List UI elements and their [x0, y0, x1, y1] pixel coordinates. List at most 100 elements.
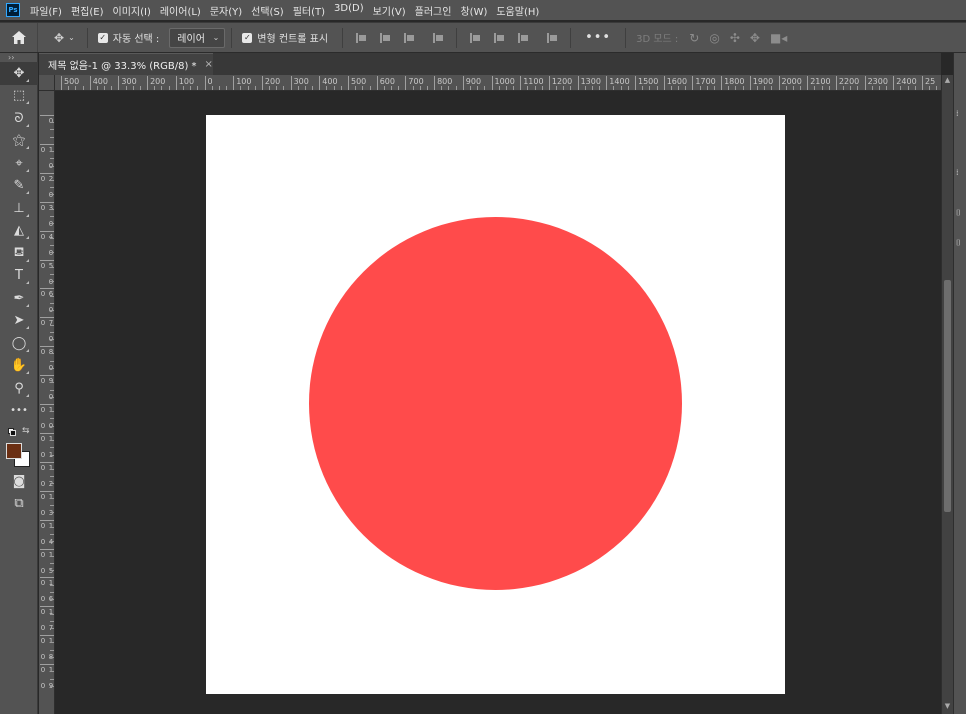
menu-item[interactable]: 도움말(H)	[496, 3, 539, 18]
foreground-color-swatch[interactable]	[6, 443, 22, 459]
menu-item[interactable]: 편집(E)	[71, 3, 104, 18]
menu-item[interactable]: 레이어(L)	[160, 3, 201, 18]
ruler-minor-tick	[391, 86, 393, 90]
transform-controls-label: 변형 컨트롤 표시	[257, 34, 329, 45]
close-icon[interactable]: ×	[205, 59, 213, 70]
menu-item[interactable]: 필터(T)	[293, 3, 325, 18]
ruler-minor-tick	[50, 454, 54, 456]
screen-mode-icon[interactable]: ⧉	[0, 493, 38, 516]
divider	[342, 27, 344, 48]
chevron-down-icon[interactable]: ⌄	[68, 33, 75, 42]
more-tools-icon[interactable]: •••	[0, 400, 38, 423]
move-tool-icon[interactable]: ✥	[0, 62, 38, 85]
marquee-tool-icon[interactable]: ⬚	[0, 85, 38, 108]
3d-orbit-icon[interactable]: ↻	[689, 31, 699, 45]
panel-button[interactable]: ⌷	[956, 208, 966, 220]
ruler-minor-tick	[50, 497, 54, 499]
vertical-scrollbar[interactable]: ▲ ▼	[941, 75, 953, 714]
path-select-icon[interactable]: ➤	[0, 310, 38, 333]
transform-controls-checkbox[interactable]: ✓	[242, 32, 253, 43]
ruler-minor-tick	[735, 86, 737, 90]
magic-wand-icon[interactable]: ⚝	[0, 130, 38, 153]
align-right-icon[interactable]	[404, 32, 415, 44]
ruler-minor-tick	[283, 86, 285, 90]
align-left-icon[interactable]	[356, 32, 367, 44]
scrollbar-thumb[interactable]	[944, 280, 951, 512]
ruler-minor-tick	[484, 86, 486, 90]
menu-item[interactable]: 이미지(I)	[113, 3, 151, 18]
scroll-up-icon[interactable]: ▲	[942, 76, 953, 86]
ruler-minor-tick	[50, 505, 54, 507]
move-tool-icon[interactable]: ✥	[54, 31, 64, 45]
ruler-minor-tick	[900, 86, 902, 90]
hand-tool-icon[interactable]: ✋	[0, 355, 38, 378]
auto-select-dropdown[interactable]: 레이어 ⌄	[169, 27, 226, 48]
3d-scale-icon[interactable]: ■◂	[770, 31, 787, 45]
ruler-minor-tick	[312, 86, 314, 90]
paint-bucket-icon[interactable]: ⛾	[0, 242, 38, 265]
ruler-tick-label: 2100	[807, 76, 831, 90]
divider	[570, 27, 572, 48]
eraser-icon[interactable]: ◭	[0, 220, 38, 243]
vertical-ruler[interactable]: 01 0 02 0 03 0 04 0 05 0 06 0 07 0 08 0 …	[39, 91, 55, 714]
divider	[86, 27, 88, 48]
canvas-workspace[interactable]	[55, 91, 941, 714]
zoom-tool-icon[interactable]: ⚲	[0, 377, 38, 400]
document-canvas[interactable]	[206, 115, 785, 694]
ruler-minor-tick	[50, 649, 54, 651]
menu-item[interactable]: 창(W)	[460, 3, 487, 18]
3d-roll-icon[interactable]: ◎	[709, 31, 719, 45]
more-options-button[interactable]: •••	[585, 30, 611, 45]
3d-pan-icon[interactable]: ✣	[730, 31, 740, 45]
3d-slide-icon[interactable]: ✥	[750, 31, 760, 45]
align-bottom-icon[interactable]	[518, 32, 529, 44]
menu-items: 파일(F) 편집(E) 이미지(I) 레이어(L) 문자(Y) 선택(S) 필터(T) 3D(…	[30, 3, 548, 18]
type-tool-icon[interactable]: T	[0, 265, 38, 288]
pen-tool-icon[interactable]: ✒	[0, 287, 38, 310]
ruler-minor-tick	[50, 252, 54, 254]
distribute-horizontal-icon[interactable]	[547, 32, 558, 44]
panel-button[interactable]: ⌷	[956, 238, 966, 250]
ruler-minor-tick	[50, 158, 54, 160]
ruler-minor-tick	[50, 180, 54, 182]
panel-grip-icon[interactable]: ⁞	[956, 109, 966, 121]
ruler-minor-tick	[699, 86, 701, 90]
ruler-tick-label: 100	[233, 76, 251, 90]
ruler-minor-tick	[50, 310, 54, 312]
auto-select-checkbox[interactable]: ✓	[97, 32, 108, 43]
lasso-tool-icon[interactable]: ᘐ	[0, 107, 38, 130]
eyedropper-icon[interactable]: ⌖	[0, 152, 38, 175]
red-circle-shape[interactable]	[309, 217, 682, 590]
ruler-minor-tick	[771, 86, 773, 90]
home-button[interactable]	[0, 23, 38, 52]
menu-item[interactable]: 문자(Y)	[210, 3, 242, 18]
align-center-horizontal-icon[interactable]	[380, 32, 391, 44]
ruler-origin[interactable]	[39, 75, 55, 91]
panel-grip-icon[interactable]: ⁞	[956, 168, 966, 180]
document-tab[interactable]: 제목 없음-1 @ 33.3% (RGB/8) * ×	[39, 53, 213, 75]
stamp-icon[interactable]: ⊥	[0, 197, 38, 220]
quick-mask-icon[interactable]: ◙	[0, 470, 38, 493]
scroll-down-icon[interactable]: ▼	[942, 702, 953, 712]
ruler-minor-tick	[800, 86, 802, 90]
ellipse-tool-icon[interactable]: ◯	[0, 332, 38, 355]
menu-item[interactable]: 파일(F)	[30, 3, 62, 18]
menu-item[interactable]: 3D(D)	[334, 3, 364, 18]
distribute-vertical-icon[interactable]	[433, 32, 444, 44]
ruler-minor-tick	[792, 86, 794, 90]
ruler-minor-tick	[50, 331, 54, 333]
brush-icon[interactable]: ✎	[0, 175, 38, 198]
photoshop-logo-icon[interactable]: Ps	[6, 3, 20, 17]
panel-collapse-icon[interactable]: ››	[0, 53, 37, 62]
align-middle-vertical-icon[interactable]	[494, 32, 505, 44]
align-top-icon[interactable]	[470, 32, 481, 44]
menu-item[interactable]: 선택(S)	[251, 3, 284, 18]
horizontal-ruler[interactable]: 500 400 300 200 100 0 100 200 300 400 500 600 700 800…	[55, 75, 941, 91]
ruler-tick-label: 2400	[893, 76, 917, 90]
menu-item[interactable]: 플러그인	[415, 3, 452, 18]
ruler-minor-tick	[513, 86, 515, 90]
menu-item[interactable]: 보기(V)	[373, 3, 406, 18]
swap-colors-icon[interactable]: ⇆	[22, 426, 30, 436]
default-colors-button[interactable]: ⇆	[0, 426, 38, 438]
ruler-tick-label: 200	[147, 76, 165, 90]
